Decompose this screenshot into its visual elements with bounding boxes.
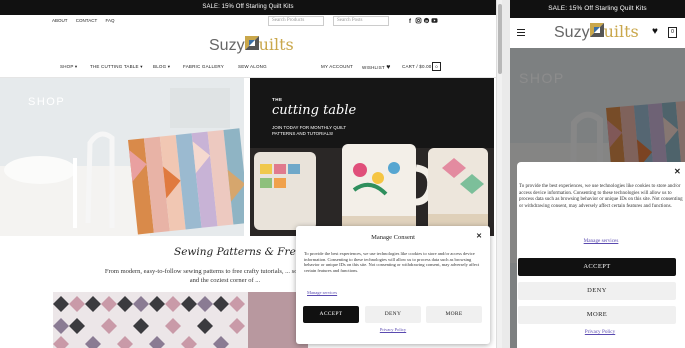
shop-hero-tile[interactable]: SHOP [0, 78, 244, 236]
nav-wishlist-label: WISHLIST [362, 65, 385, 70]
mobile-accept-button[interactable]: ACCEPT [518, 258, 676, 276]
nav-shop-label: SHOP [60, 64, 74, 69]
accept-button[interactable]: ACCEPT [303, 306, 359, 323]
mobile-logo-word-suzy: Suzy [554, 24, 590, 41]
quilt-block-logo-icon [244, 36, 259, 55]
nav-item-cart[interactable]: CART / $0.00 [402, 64, 432, 69]
nav-cutting-table-label: THE CUTTING TABLE [90, 64, 139, 69]
cookie-consent-dialog: Manage Consent ✕ To provide the best exp… [296, 226, 490, 344]
search-products-input[interactable]: Search Products [268, 16, 324, 26]
cutting-table-hero-tile[interactable]: THE cutting table JOIN TODAY FOR MONTHLY… [250, 78, 494, 236]
pinterest-icon[interactable]: p [423, 17, 430, 23]
logo-word-suzy: Suzy [209, 37, 245, 54]
nav-item-cutting-table[interactable]: THE CUTTING TABLE ▾ [90, 64, 143, 70]
nav-blog-label: BLOG [153, 64, 167, 69]
mobile-more-button[interactable]: MORE [518, 306, 676, 324]
nav-item-account[interactable]: MY ACCOUNT [321, 64, 353, 69]
quilt-pattern-graphic [53, 292, 248, 348]
logo-word-quilts: uilts [258, 35, 294, 54]
instagram-icon[interactable] [415, 17, 422, 24]
search-posts-input[interactable]: Search Posts [333, 16, 389, 26]
utility-links: ABOUT CONTACT FAQ [52, 18, 121, 23]
mobile-manage-services-link[interactable]: Manage services [517, 238, 685, 244]
faq-link[interactable]: FAQ [105, 18, 114, 23]
youtube-icon[interactable] [431, 18, 438, 23]
mobile-quilt-block-logo-icon [589, 23, 604, 42]
cart-count-badge[interactable]: 0 [432, 62, 441, 71]
desktop-scrollbar[interactable] [496, 0, 502, 348]
nav-item-wishlist[interactable]: WISHLIST ♥ [362, 64, 391, 71]
main-nav: SHOP ▾ THE CUTTING TABLE ▾ BLOG ▾ FABRIC… [0, 62, 496, 74]
hamburger-menu-icon[interactable] [517, 29, 525, 36]
cutting-table-subtitle: JOIN TODAY FOR MONTHLY QUILT PATTERNS AN… [272, 125, 347, 136]
utility-bar: ABOUT CONTACT FAQ Search Products Search… [0, 15, 496, 27]
mobile-sale-banner[interactable]: SALE: 15% Off Starling Quilt Kits [510, 0, 685, 18]
more-button[interactable]: MORE [426, 306, 482, 323]
scrollbar-thumb[interactable] [498, 4, 502, 74]
shop-hero-title: SHOP [28, 96, 66, 108]
about-link[interactable]: ABOUT [52, 18, 68, 23]
mobile-view: SALE: 15% Off Starling Quilt Kits Suzy ui… [510, 0, 685, 348]
sale-banner[interactable]: SALE: 15% Off Starling Quilt Kits [0, 0, 496, 15]
close-icon[interactable]: ✕ [476, 232, 482, 240]
site-logo[interactable]: Suzy uilts [209, 35, 294, 55]
nav-item-blog[interactable]: BLOG ▾ [153, 64, 170, 70]
privacy-policy-link[interactable]: Privacy Policy [296, 327, 490, 332]
svg-text:f: f [409, 19, 413, 24]
mobile-consent-body-text: To provide the best experiences, we use … [519, 184, 683, 209]
svg-text:p: p [425, 18, 429, 23]
cutting-table-title: cutting table [272, 103, 357, 118]
mobile-deny-button[interactable]: DENY [518, 282, 676, 300]
mobile-privacy-policy-link[interactable]: Privacy Policy [517, 329, 683, 335]
cutting-table-kicker: THE [272, 97, 283, 102]
mobile-wishlist-heart-icon[interactable]: ♥ [652, 26, 658, 37]
contact-link[interactable]: CONTACT [76, 18, 97, 23]
quilt-pattern-image[interactable] [53, 292, 248, 348]
deny-button[interactable]: DENY [365, 306, 421, 323]
social-icons: f p [408, 17, 442, 26]
mobile-cookie-consent-dialog: ✕ To provide the best experiences, we us… [517, 162, 685, 348]
mobile-site-logo[interactable]: Suzy uilts [554, 22, 639, 42]
nav-item-sew-along[interactable]: SEW ALONG [238, 64, 267, 69]
mobile-close-icon[interactable]: ✕ [674, 167, 681, 176]
facebook-icon[interactable]: f [409, 19, 413, 25]
consent-title: Manage Consent [371, 234, 415, 241]
mobile-logo-word-quilts: uilts [603, 22, 639, 41]
heart-icon: ♥ [386, 64, 391, 71]
consent-body-text: To provide the best experiences, we use … [304, 251, 480, 273]
desktop-view: SALE: 15% Off Starling Quilt Kits ABOUT … [0, 0, 496, 348]
mugs-photo [250, 78, 494, 236]
mobile-cart-count-badge[interactable]: 0 [668, 27, 677, 38]
nav-item-fabric-gallery[interactable]: FABRIC GALLERY [183, 64, 224, 69]
manage-services-link[interactable]: Manage services [307, 290, 337, 295]
screenshot-root: SALE: 15% Off Starling Quilt Kits ABOUT … [0, 0, 685, 348]
mobile-header: Suzy uilts ♥ 0 [510, 18, 685, 48]
nav-item-shop[interactable]: SHOP ▾ [60, 64, 77, 70]
